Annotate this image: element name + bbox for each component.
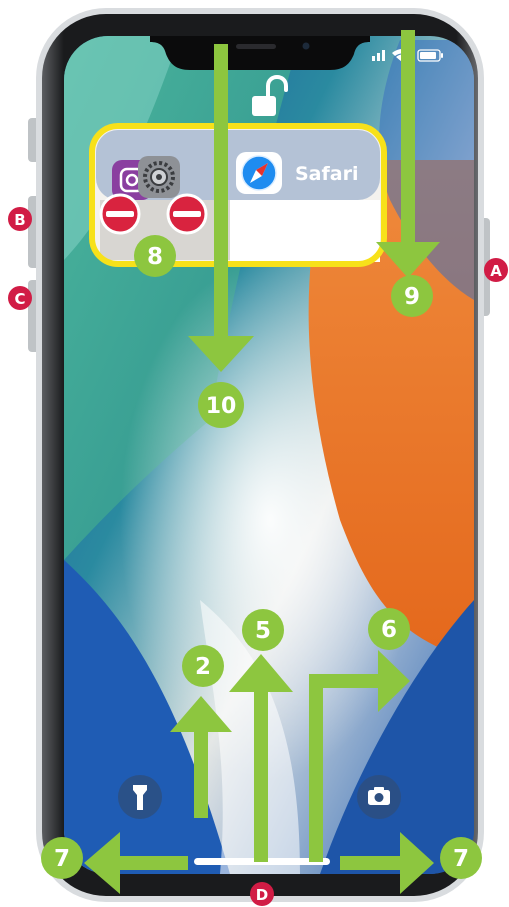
iphone-gesture-diagram: Safari 10 9 8 2 5 6 7 7 A B C D: [0, 0, 509, 907]
safari-icon[interactable]: [236, 152, 282, 194]
callout-9: 9: [391, 275, 433, 317]
callout-7-left-label: 7: [54, 846, 70, 872]
flashlight-button[interactable]: [118, 775, 162, 819]
close-app-badge-instagram[interactable]: [99, 193, 141, 235]
minus-icon: [173, 211, 201, 217]
callout-a: A: [484, 258, 508, 282]
callout-6-label: 6: [381, 617, 397, 643]
callout-b: B: [8, 207, 32, 231]
callout-b-label: B: [14, 211, 25, 229]
arrow-6-vertical: [309, 680, 323, 862]
speaker-grille: [236, 44, 276, 49]
arrow-7-left-shaft: [118, 856, 188, 870]
callout-7-right-label: 7: [453, 846, 469, 872]
callout-2: 2: [182, 645, 224, 687]
front-camera: [302, 42, 310, 50]
callout-a-label: A: [490, 262, 502, 280]
callout-5: 5: [242, 609, 284, 651]
callout-8: 8: [134, 235, 176, 277]
arrow-10-shaft: [214, 44, 228, 340]
minus-icon: [106, 211, 134, 217]
safari-card-preview: [230, 200, 380, 262]
diagram-canvas: Safari 10 9 8 2 5 6 7 7 A B C D: [0, 0, 509, 907]
arrow-7-right-shaft: [340, 856, 404, 870]
safari-card-title: Safari: [295, 163, 358, 185]
callout-2-label: 2: [195, 654, 211, 680]
callout-c-label: C: [14, 290, 25, 308]
callout-7-right: 7: [440, 837, 482, 879]
callout-10-label: 10: [206, 394, 237, 419]
settings-icon[interactable]: [138, 156, 180, 198]
arrow-5-shaft: [254, 690, 268, 862]
callout-c: C: [8, 286, 32, 310]
app-switcher-preview: Safari: [89, 123, 387, 267]
callout-d-label: D: [256, 886, 268, 904]
close-app-badge-settings[interactable]: [166, 193, 208, 235]
callout-7-left: 7: [41, 837, 83, 879]
callout-6: 6: [368, 608, 410, 650]
arrow-2-shaft: [194, 730, 208, 818]
callout-8-label: 8: [147, 244, 163, 270]
callout-5-label: 5: [255, 618, 271, 644]
callout-9-label: 9: [404, 284, 420, 310]
camera-button[interactable]: [357, 775, 401, 819]
notch: [150, 36, 370, 70]
arrow-9-shaft: [401, 30, 415, 248]
arrow-6-horizontal: [309, 674, 383, 688]
callout-10: 10: [198, 382, 244, 428]
callout-d: D: [250, 882, 274, 906]
